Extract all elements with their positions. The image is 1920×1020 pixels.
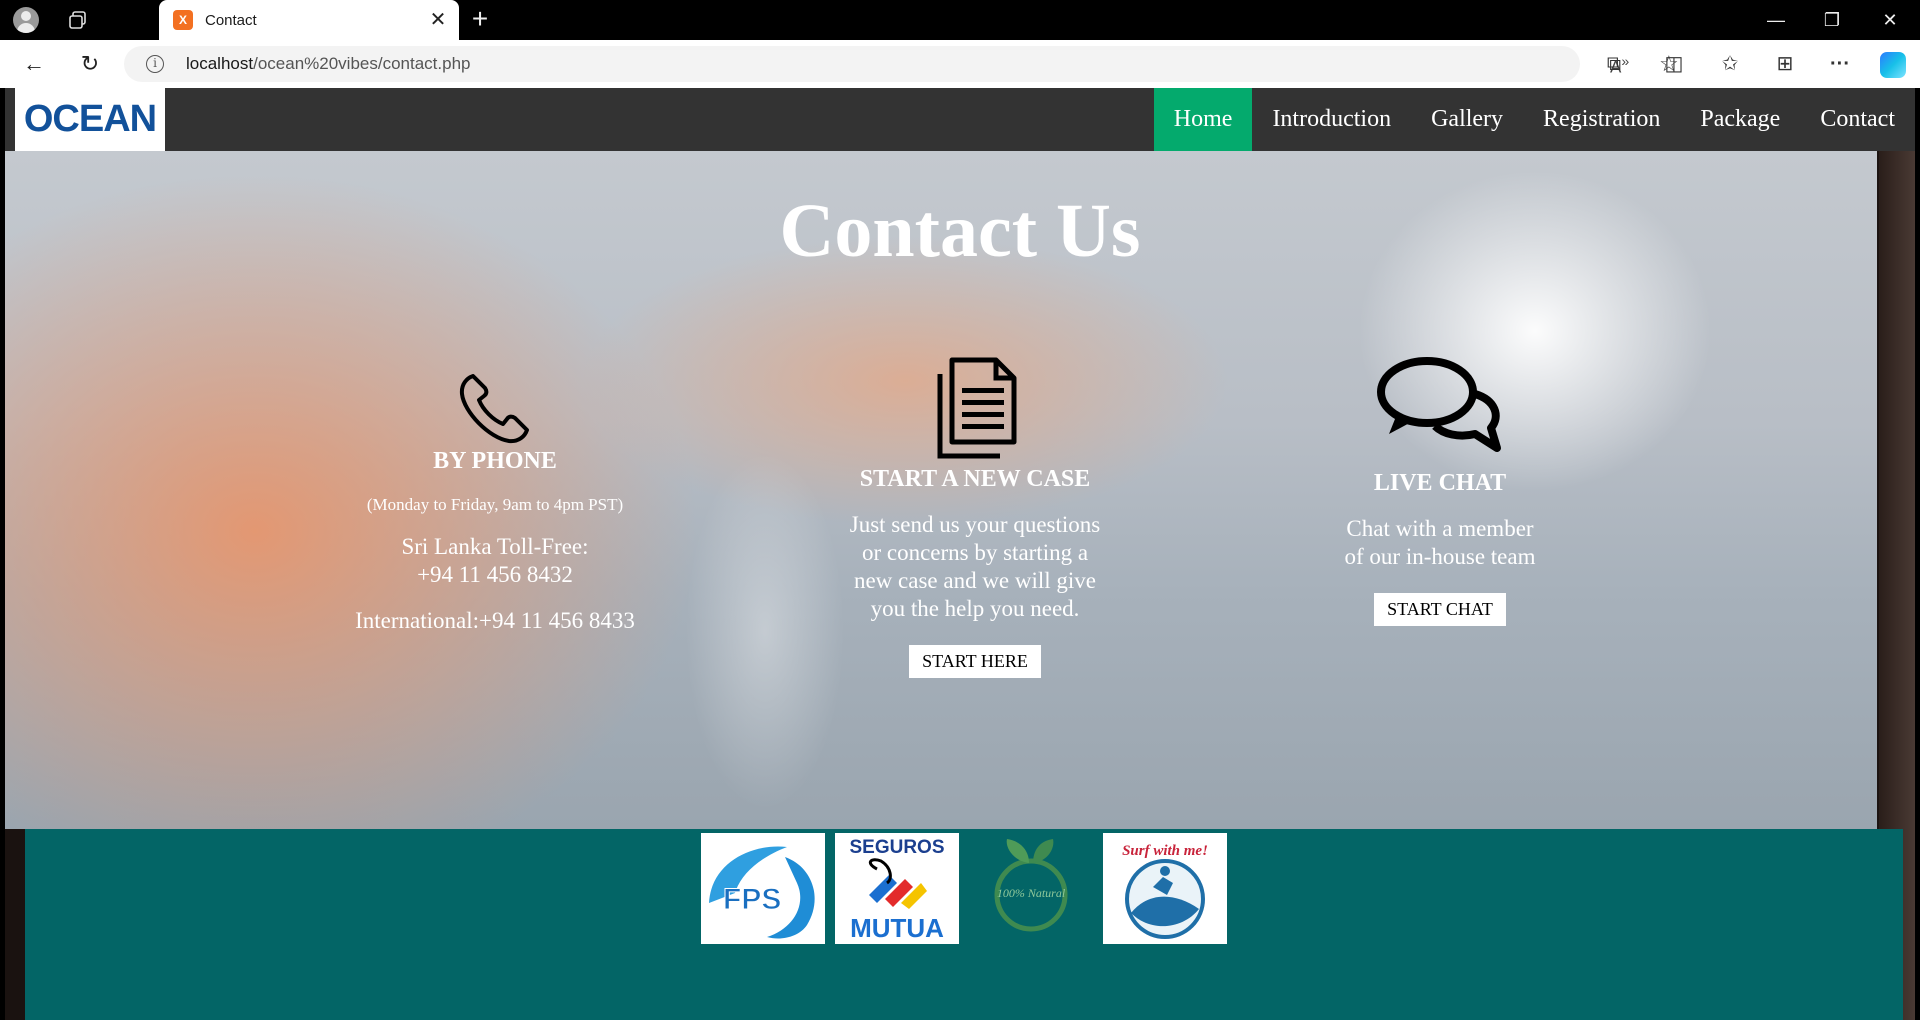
surf-logo-text: Surf with me! [1122, 843, 1208, 859]
chat-description: Chat with a member of our in-house team [1344, 516, 1536, 569]
chat-heading: LIVE CHAT [1373, 470, 1507, 496]
start-chat-button[interactable]: START CHAT [1374, 593, 1506, 626]
case-heading: START A NEW CASE [859, 466, 1091, 492]
minimize-icon[interactable]: — [1748, 0, 1804, 40]
contact-phone-section: BY PHONE (Monday to Friday, 9am to 4pm P… [325, 368, 665, 635]
site-logo[interactable]: OCEAN [15, 88, 165, 151]
chat-bubbles-icon [1377, 357, 1501, 452]
page-title: Contact Us [779, 189, 1141, 273]
fps-logo-text: FPS [723, 883, 781, 916]
phone-heading: BY PHONE [433, 448, 557, 474]
page-viewport: OCEAN Home Introduction Gallery Registra… [5, 88, 1915, 1020]
natural-logo[interactable]: 100% Natural [969, 833, 1093, 944]
partner-logos-strip: FPS SEGUROS MUTUA 100% Natural Surf with… [25, 829, 1903, 1020]
window-close-icon[interactable]: ✕ [1862, 0, 1918, 40]
tollfree-number: +94 11 456 8432 [417, 562, 573, 587]
nav-registration[interactable]: Registration [1523, 88, 1680, 151]
contact-chat-section: LIVE CHAT Chat with a member of our in-h… [1255, 356, 1625, 626]
restore-icon[interactable]: ❐ [1804, 0, 1860, 40]
site-navbar: OCEAN Home Introduction Gallery Registra… [5, 88, 1915, 151]
document-icon [937, 357, 1017, 459]
browser-tab[interactable]: X Contact ✕ [159, 0, 459, 40]
tab-title: Contact [205, 11, 257, 29]
copilot-icon[interactable] [1880, 52, 1906, 78]
main-menu: Home Introduction Gallery Registration P… [1153, 88, 1915, 151]
collections-icon[interactable]: ⊞ [1771, 50, 1799, 78]
plus-icon[interactable]: + [466, 5, 494, 34]
reload-icon[interactable]: ↻ [76, 50, 104, 78]
url-field[interactable]: i localhost/ocean%20vibes/contact.php A»… [124, 46, 1679, 82]
natural-logo-text: 100% Natural [997, 886, 1066, 900]
workspaces-icon[interactable] [64, 6, 92, 34]
browser-tab-bar: X Contact ✕ + — ❐ ✕ [0, 0, 1920, 40]
surf-with-me-logo[interactable]: Surf with me! [1103, 833, 1227, 944]
mutua-top-text: SEGUROS [849, 837, 944, 858]
url-path: /ocean%20vibes/contact.php [253, 54, 471, 73]
info-icon[interactable]: i [146, 55, 164, 73]
address-bar: ← ↻ i localhost/ocean%20vibes/contact.ph… [0, 40, 1920, 88]
fps-logo[interactable]: FPS [701, 833, 825, 944]
phone-icon [459, 374, 529, 444]
nav-package[interactable]: Package [1680, 88, 1800, 151]
close-icon[interactable]: ✕ [427, 9, 449, 31]
nav-gallery[interactable]: Gallery [1411, 88, 1523, 151]
case-description: Just send us your questions or concerns … [849, 512, 1101, 621]
contact-case-section: START A NEW CASE Just send us your quest… [805, 356, 1145, 678]
mutua-bottom-text: MUTUA [850, 913, 944, 943]
phone-hours: (Monday to Friday, 9am to 4pm PST) [366, 495, 624, 514]
more-icon[interactable]: ··· [1826, 50, 1854, 78]
xampp-favicon-icon: X [173, 10, 193, 30]
logo-text: OCEAN [23, 98, 157, 140]
international-number: International:+94 11 456 8433 [355, 608, 635, 633]
extensions-icon[interactable]: ⧉ [1600, 50, 1628, 78]
split-screen-icon[interactable]: ◫ [1660, 50, 1688, 78]
seguros-mutua-logo[interactable]: SEGUROS MUTUA [835, 833, 959, 944]
nav-home[interactable]: Home [1153, 88, 1253, 151]
tollfree-label: Sri Lanka Toll-Free: [401, 534, 589, 559]
start-here-button[interactable]: START HERE [909, 645, 1041, 678]
nav-contact[interactable]: Contact [1800, 88, 1915, 151]
back-icon[interactable]: ← [20, 50, 48, 78]
url-text[interactable]: localhost/ocean%20vibes/contact.php [186, 54, 470, 74]
url-host: localhost [186, 54, 254, 73]
profile-icon[interactable] [12, 6, 40, 34]
nav-introduction[interactable]: Introduction [1252, 88, 1411, 151]
favorites-icon[interactable]: ✩ [1716, 50, 1744, 78]
